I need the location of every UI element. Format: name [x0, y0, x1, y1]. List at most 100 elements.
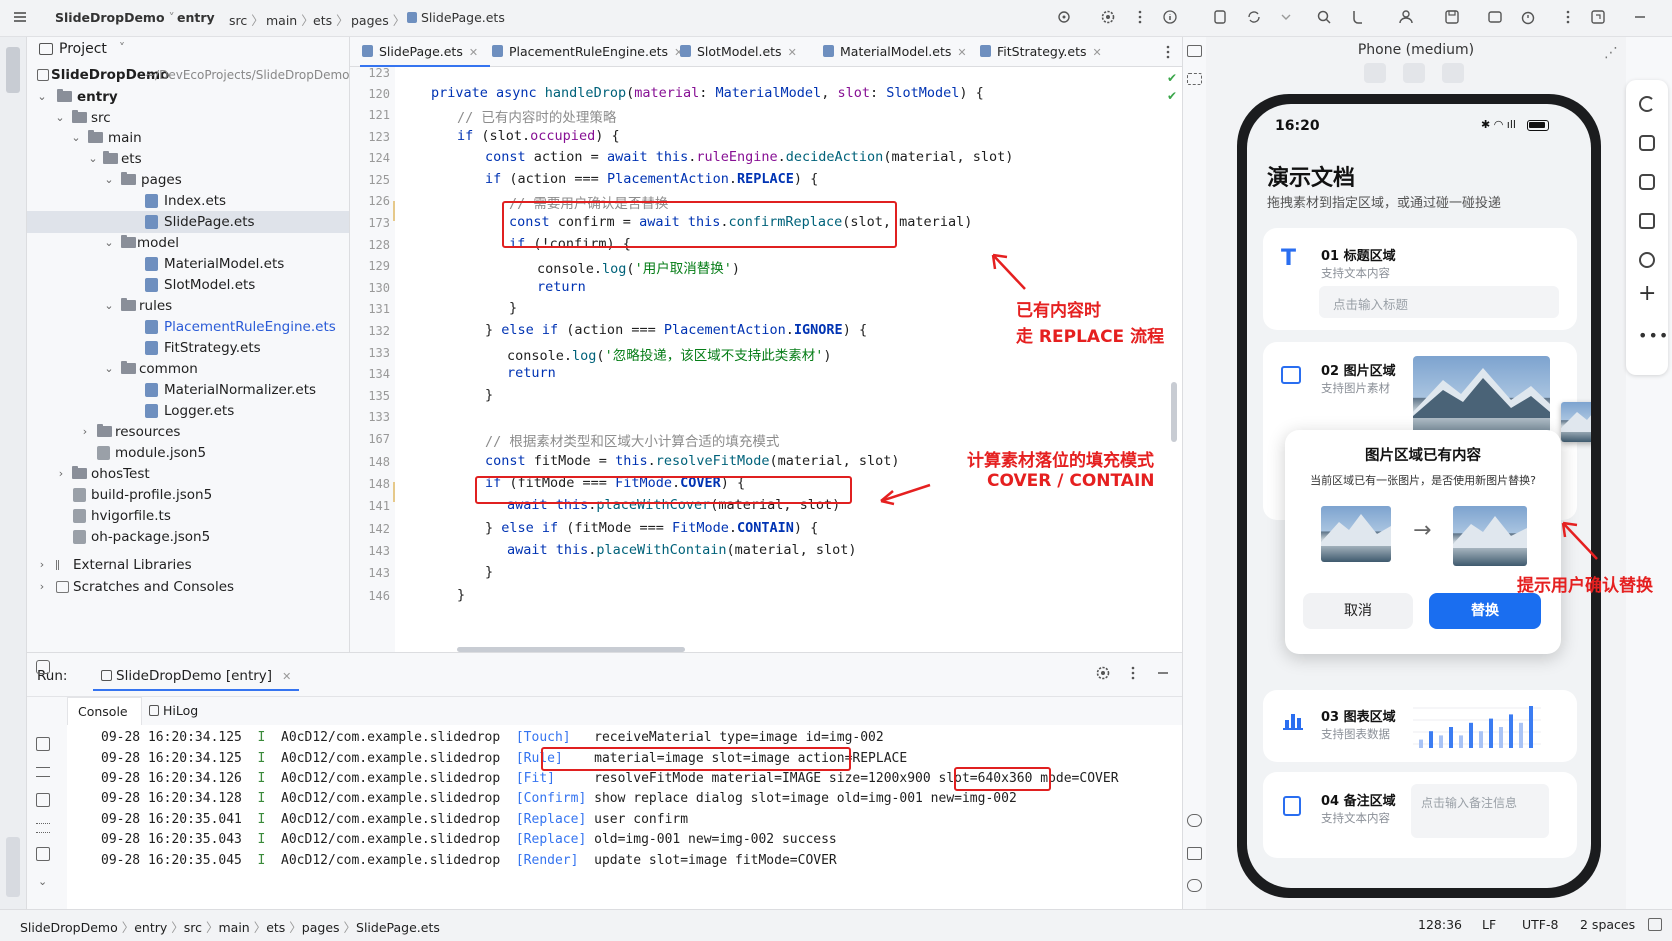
tree-item[interactable]: oh-package.json5: [27, 526, 349, 548]
more-vertical-icon[interactable]: [1127, 665, 1139, 681]
tab-console[interactable]: Console: [67, 697, 142, 725]
previewer-icon[interactable]: [1187, 45, 1202, 57]
more-vertical-icon[interactable]: [1132, 9, 1150, 27]
tree-item[interactable]: ⌄ rules: [27, 295, 349, 317]
stop-icon[interactable]: [36, 737, 50, 751]
chevron-down-icon[interactable]: [1278, 9, 1296, 27]
database-icon[interactable]: [1187, 847, 1202, 860]
tree-item[interactable]: SlotModel.ets: [27, 274, 349, 296]
more-icon[interactable]: •••: [1638, 326, 1669, 345]
rerun-icon[interactable]: [36, 660, 50, 674]
tree-item[interactable]: › Scratches and Consoles: [27, 576, 349, 598]
timer-icon[interactable]: [1520, 9, 1538, 27]
breadcrumb-ets[interactable]: ets 〉: [313, 10, 349, 29]
main-menu-icon[interactable]: [12, 9, 30, 27]
chevron-down-icon[interactable]: ⌄: [87, 148, 99, 170]
chevron-down-icon[interactable]: ⌄: [103, 295, 115, 317]
device-name[interactable]: Phone (medium): [1206, 42, 1626, 58]
filter-icon[interactable]: [36, 823, 50, 833]
chevron-down-icon[interactable]: ⌄: [36, 86, 48, 108]
tree-item[interactable]: build-profile.json5: [27, 484, 349, 506]
minimize-icon[interactable]: [1632, 9, 1650, 27]
slot-card-title[interactable]: T 01 标题区域 支持文本内容 点击输入标题: [1263, 228, 1577, 330]
breadcrumb-src[interactable]: src 〉: [229, 10, 264, 29]
chevron-down-icon[interactable]: ⌄: [103, 232, 115, 254]
tree-item[interactable]: › ohosTest: [27, 463, 349, 485]
tab-slidepage[interactable]: SlidePage.ets ✕: [360, 37, 490, 67]
tree-root[interactable]: SlideDropDemo ~/DevEcoProjects/SlideDrop…: [27, 64, 350, 86]
tree-item[interactable]: ⌄ ets: [27, 148, 349, 170]
breadcrumb-pages[interactable]: pages 〉: [351, 10, 405, 29]
calendar-icon[interactable]: [1639, 213, 1655, 229]
tree-item[interactable]: › resources: [27, 421, 349, 443]
tree-item[interactable]: MaterialNormalizer.ets: [27, 379, 349, 401]
tab-slotmodel[interactable]: SlotModel.ets ✕: [680, 37, 797, 67]
close-icon[interactable]: ✕: [1093, 46, 1102, 59]
home-icon[interactable]: [1639, 135, 1655, 151]
chevron-down-icon[interactable]: ⌄: [103, 358, 115, 380]
slot-card-chart[interactable]: 03 图表区域 支持图表数据: [1263, 690, 1577, 762]
screenshot-icon[interactable]: [1442, 63, 1464, 83]
close-icon[interactable]: ✕: [282, 670, 291, 683]
cursor-position[interactable]: 128:36: [1418, 917, 1462, 932]
breadcrumb-module[interactable]: entry: [177, 10, 215, 25]
file-encoding[interactable]: UTF-8: [1522, 917, 1558, 932]
camera-icon[interactable]: [1639, 174, 1655, 190]
user-icon[interactable]: [1398, 9, 1416, 27]
print-icon[interactable]: [36, 793, 50, 807]
wrap-icon[interactable]: [36, 767, 50, 777]
target-icon[interactable]: [1056, 9, 1074, 27]
note-input[interactable]: 点击输入备注信息: [1411, 784, 1549, 838]
chevron-right-icon[interactable]: ›: [55, 463, 67, 485]
tree-item[interactable]: PlacementRuleEngine.ets: [27, 316, 349, 338]
breadcrumb-main[interactable]: main 〉: [266, 10, 314, 29]
tree-item[interactable]: ⌄ src: [27, 107, 349, 129]
structure-tool-button[interactable]: [6, 837, 20, 897]
minimize-icon[interactable]: [1155, 665, 1171, 681]
rotate-icon[interactable]: [1639, 96, 1655, 112]
inspector-icon[interactable]: [1187, 73, 1202, 85]
line-ending[interactable]: LF: [1482, 917, 1496, 932]
zoom-icon[interactable]: [1403, 63, 1425, 83]
search-icon[interactable]: [1316, 9, 1334, 27]
close-icon[interactable]: ✕: [788, 46, 797, 59]
settings-icon[interactable]: [1095, 665, 1111, 681]
sync-icon[interactable]: [1187, 879, 1202, 892]
more-vertical-icon[interactable]: [1162, 44, 1174, 60]
title-input[interactable]: 点击输入标题: [1319, 286, 1559, 318]
breadcrumb-project[interactable]: SlideDropDemo ˅: [55, 10, 175, 25]
tree-item[interactable]: ⌄ entry: [27, 86, 349, 108]
slot-card-note[interactable]: 04 备注区域 支持文本内容 点击输入备注信息: [1263, 772, 1577, 858]
dragged-material[interactable]: [1561, 402, 1591, 442]
notification-icon[interactable]: [1187, 814, 1202, 827]
console-output[interactable]: 09-28 16:20:34.125 I A0cD12/com.example.…: [67, 725, 1182, 910]
tab-hilog[interactable]: HiLog: [149, 703, 198, 718]
run-config-tab[interactable]: SlideDropDemo [entry] ✕: [93, 661, 300, 691]
project-title[interactable]: Project: [59, 41, 107, 57]
chevron-down-icon[interactable]: ⌄: [103, 169, 115, 191]
more-icon[interactable]: ⋰: [1604, 45, 1618, 61]
tree-item[interactable]: Index.ets: [27, 190, 349, 212]
lock-icon[interactable]: [1648, 918, 1662, 931]
tab-materialmodel[interactable]: MaterialModel.ets ✕: [823, 37, 967, 67]
info-icon[interactable]: [1162, 9, 1180, 27]
tree-item[interactable]: module.json5: [27, 442, 349, 464]
tree-item[interactable]: ⌄ pages: [27, 169, 349, 191]
project-tool-button[interactable]: [6, 47, 20, 93]
add-icon[interactable]: +: [1638, 283, 1656, 305]
clear-icon[interactable]: [36, 847, 50, 861]
branch-icon[interactable]: [1350, 9, 1368, 27]
close-icon[interactable]: ✕: [957, 46, 966, 59]
device-icon[interactable]: [1212, 9, 1230, 27]
chevron-down-icon[interactable]: ⌄: [38, 875, 47, 888]
tree-item[interactable]: MaterialModel.ets: [27, 253, 349, 275]
settings-icon[interactable]: [1100, 9, 1118, 27]
tree-item[interactable]: FitStrategy.ets: [27, 337, 349, 359]
chevron-down-icon[interactable]: ˅: [119, 41, 125, 55]
cancel-button[interactable]: 取消: [1303, 593, 1413, 629]
more-vertical-icon[interactable]: [1560, 9, 1578, 27]
chevron-right-icon[interactable]: ›: [36, 554, 48, 576]
power-icon[interactable]: [1639, 252, 1655, 268]
rotate-icon[interactable]: [1246, 9, 1264, 27]
save-icon[interactable]: [1444, 9, 1462, 27]
